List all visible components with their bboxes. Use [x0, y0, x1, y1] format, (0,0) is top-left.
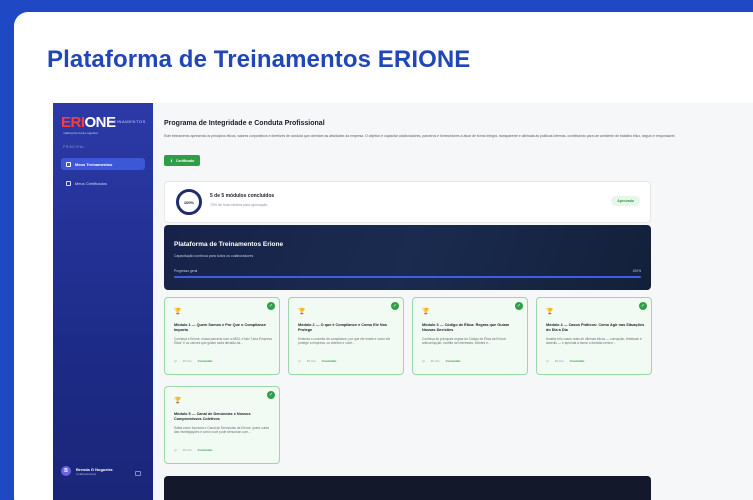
- logout-icon[interactable]: [135, 471, 141, 476]
- certificate-button[interactable]: ⬇ Certificado: [164, 155, 201, 166]
- clock-icon: ◷: [422, 359, 425, 363]
- module-description: Conheça as principais regras do Código d…: [422, 337, 507, 346]
- module-time: 15 min: [306, 359, 316, 363]
- hero-banner: Plataforma de Treinamentos Erione Capaci…: [164, 225, 651, 290]
- sidebar-item-label: Meus Treinamentos: [75, 161, 113, 167]
- module-card-5[interactable]: 🏆 ✓ Módulo 5 — Canal de Denúncias e Noss…: [164, 386, 280, 464]
- module-meta: ◷ 20 min Concluído: [422, 359, 460, 363]
- hero-subtitle: Capacitação contínua para todos os colab…: [174, 254, 254, 258]
- certificate-button-label: Certificado: [175, 158, 195, 163]
- user-role: Colaborador(a): [76, 471, 97, 476]
- module-description: Conheça a Erione, nossa parceria com a A…: [174, 337, 272, 346]
- status-badge: Aprovado: [611, 196, 640, 206]
- clock-icon: ◷: [298, 359, 301, 363]
- module-card-2[interactable]: 🏆 ✓ Módulo 2 — O que é Compliance e Como…: [288, 297, 404, 375]
- module-time: 15 min: [182, 448, 192, 452]
- module-card-1[interactable]: 🏆 ✓ Módulo 1 — Quem Somos e Por Que o Co…: [164, 297, 280, 375]
- course-title: Programa de Integridade e Conduta Profis…: [164, 120, 325, 127]
- next-section-banner: [164, 476, 651, 500]
- module-title: Módulo 1 — Quem Somos e Por Que o Compli…: [174, 323, 266, 333]
- module-description: Entenda o conceito de compliance, por qu…: [298, 337, 391, 346]
- hero-progress-value: 100%: [632, 269, 641, 273]
- trophy-icon: 🏆: [298, 309, 306, 315]
- hero-progress-label: Progresso geral: [174, 269, 198, 273]
- module-card-3[interactable]: 🏆 ✓ Módulo 3 — Código de Ética: Regras q…: [412, 297, 528, 375]
- module-meta: ◷ 20 min Concluído: [546, 359, 584, 363]
- logo-er: ERI: [61, 114, 85, 131]
- page-card: Plataforma de Treinamentos ERIONE ERIONE…: [14, 12, 753, 500]
- module-description: Saiba como funciona o Canal de Denúncias…: [174, 426, 269, 435]
- clock-icon: ◷: [546, 359, 549, 363]
- app-screenshot: ERIONE TREINAMENTOS making the future to…: [53, 103, 753, 500]
- logo-subtitle: making the future together: [63, 131, 99, 135]
- module-title: Módulo 3 — Código de Ética: Regras que G…: [422, 323, 510, 333]
- module-time: 15 min: [182, 359, 192, 363]
- hero-title: Plataforma de Treinamentos Erione: [174, 241, 284, 248]
- logo-tag: TREINAMENTOS: [107, 119, 146, 124]
- clock-icon: ◷: [174, 359, 177, 363]
- module-status: Concluído: [321, 359, 337, 363]
- module-title: Módulo 5 — Canal de Denúncias e Nossos C…: [174, 412, 251, 422]
- module-title: Módulo 2 — O que é Compliance e Como Ele…: [298, 323, 388, 333]
- module-status: Concluído: [197, 448, 213, 452]
- sidebar-section-label: PRINCIPAL: [63, 145, 85, 149]
- module-card-4[interactable]: 🏆 ✓ Módulo 4 — Casos Práticos: Como Agir…: [536, 297, 652, 375]
- module-status: Concluído: [197, 359, 213, 363]
- page-title: Plataforma de Treinamentos ERIONE: [47, 46, 471, 73]
- check-icon: ✓: [391, 302, 399, 310]
- module-time: 20 min: [554, 359, 564, 363]
- check-icon: ✓: [639, 302, 647, 310]
- avatar: B: [61, 466, 71, 476]
- user-name: Brenda G Nogueira: [76, 466, 113, 472]
- sidebar-item-meus-treinamentos[interactable]: Meus Treinamentos: [61, 158, 145, 170]
- certificate-icon: [66, 180, 71, 186]
- module-status: Concluído: [445, 359, 461, 363]
- module-meta: ◷ 15 min Concluído: [174, 359, 212, 363]
- sidebar-item-meus-certificados[interactable]: Meus Certificados: [61, 177, 145, 189]
- sidebar: ERIONE TREINAMENTOS making the future to…: [53, 103, 153, 500]
- check-icon: ✓: [267, 302, 275, 310]
- module-description: Analise três casos reais de dilemas étic…: [546, 337, 642, 346]
- trophy-icon: 🏆: [174, 309, 182, 315]
- trophy-icon: 🏆: [174, 398, 182, 404]
- course-description: Este treinamento apresenta os princípios…: [164, 134, 676, 138]
- trophy-icon: 🏆: [422, 309, 430, 315]
- download-icon: ⬇: [170, 158, 173, 163]
- progress-ring: 100%: [176, 189, 202, 215]
- sidebar-item-label: Meus Certificados: [75, 180, 108, 186]
- module-status: Concluído: [569, 359, 585, 363]
- hero-progress-bar: [174, 276, 641, 278]
- progress-card: 100% 5 de 5 módulos concluídos 70% de no…: [164, 181, 651, 223]
- user-profile[interactable]: B Brenda G Nogueira Colaborador(a): [61, 466, 112, 476]
- module-meta: ◷ 15 min Concluído: [298, 359, 336, 363]
- module-title: Módulo 4 — Casos Práticos: Como Agir nas…: [546, 323, 645, 333]
- main-content: Programa de Integridade e Conduta Profis…: [153, 103, 753, 500]
- book-icon: [66, 161, 71, 167]
- clock-icon: ◷: [174, 448, 177, 452]
- module-time: 20 min: [430, 359, 440, 363]
- check-icon: ✓: [267, 391, 275, 399]
- check-icon: ✓: [515, 302, 523, 310]
- module-meta: ◷ 15 min Concluído: [174, 448, 212, 452]
- progress-note: 70% de nota mínima para aprovação: [210, 203, 268, 207]
- trophy-icon: 🏆: [546, 309, 554, 315]
- hero-progress-fill: [174, 276, 641, 278]
- progress-summary: 5 de 5 módulos concluídos: [210, 193, 275, 199]
